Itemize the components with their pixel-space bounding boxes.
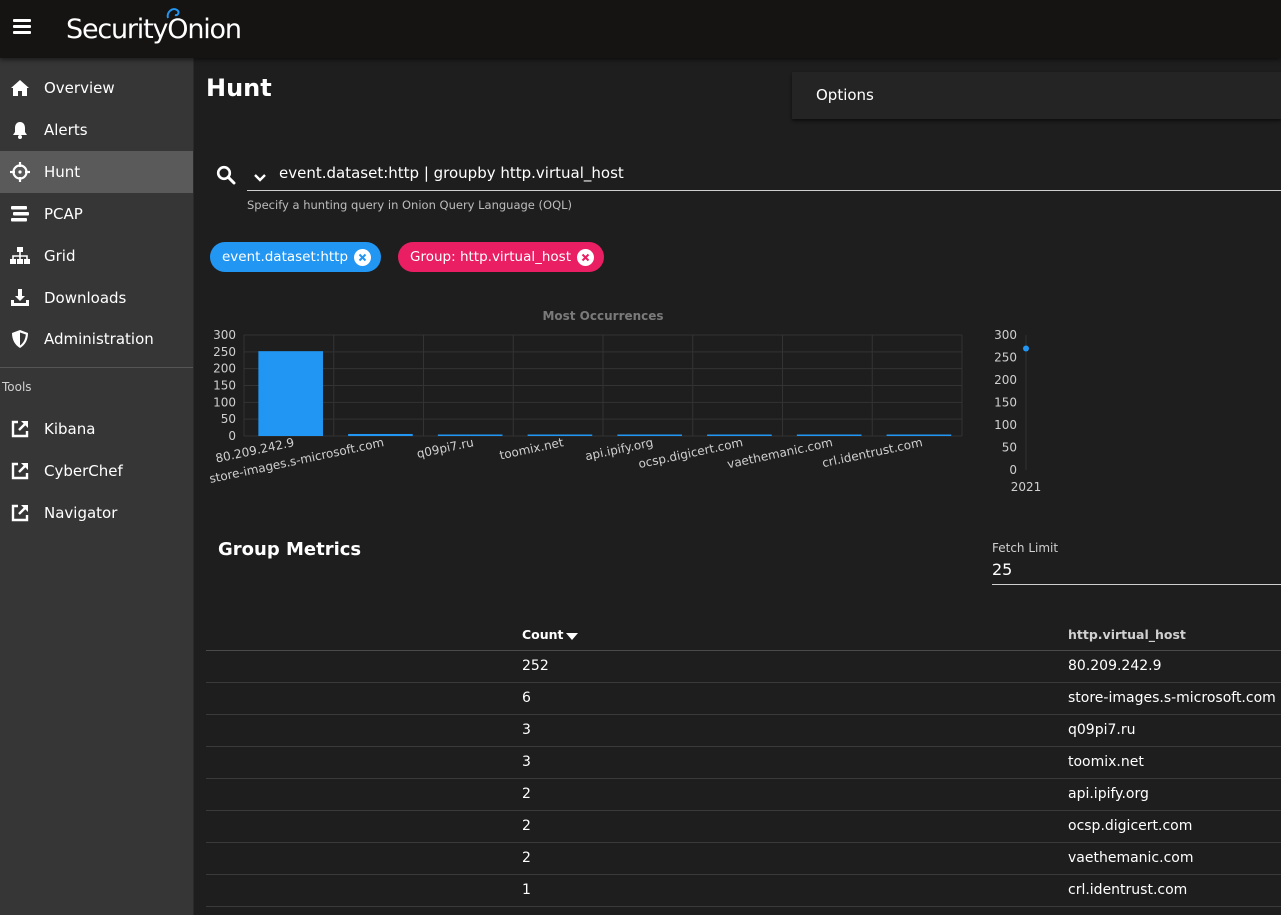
virtual-host-cell: vaethemanic.com <box>1068 850 1194 866</box>
y-tick-label: 250 <box>994 351 1017 365</box>
download-icon <box>10 288 30 308</box>
data-point[interactable] <box>1023 345 1029 352</box>
external-link-icon <box>10 503 30 523</box>
y-tick-label: 150 <box>994 396 1017 410</box>
count-cell: 1 <box>522 882 531 898</box>
hunt-query-input[interactable] <box>279 160 1279 186</box>
chip-label: event.dataset:http <box>222 249 349 265</box>
y-tick-label: 200 <box>994 373 1017 387</box>
filter-chip-dataset[interactable]: event.dataset:http <box>210 242 382 272</box>
y-tick-label: 300 <box>213 328 236 342</box>
sidebar: Overview Alerts Hunt PCAP Grid Downloads… <box>0 58 194 915</box>
close-icon[interactable] <box>577 248 594 266</box>
fetch-limit-label: Fetch Limit <box>992 541 1059 555</box>
stream-icon <box>10 204 30 224</box>
filter-chip-group[interactable]: Group: http.virtual_host <box>398 242 604 272</box>
table-row[interactable]: 2 api.ipify.org <box>206 779 1281 811</box>
chip-label: Group: http.virtual_host <box>410 249 571 265</box>
sidebar-item-overview[interactable]: Overview <box>0 67 193 109</box>
security-onion-logo[interactable]: Security Onion <box>66 4 242 54</box>
column-header-count[interactable]: Count <box>522 627 564 642</box>
table-row[interactable]: 2 vaethemanic.com <box>206 843 1281 875</box>
y-tick-label: 0 <box>228 429 236 443</box>
chevron-down-icon[interactable] <box>253 170 267 184</box>
logo-text-security: Security <box>66 13 168 45</box>
y-tick-label: 200 <box>213 362 236 376</box>
y-tick-label: 50 <box>221 412 236 426</box>
y-tick-label: 50 <box>1002 441 1017 455</box>
column-header-virtual-host[interactable]: http.virtual_host <box>1068 627 1186 642</box>
logo-onion-o: O <box>166 7 189 45</box>
external-link-icon <box>10 419 30 439</box>
x-tick-label: 2021 <box>1011 480 1042 494</box>
count-cell: 6 <box>522 690 531 706</box>
sidebar-item-administration[interactable]: Administration <box>0 318 193 360</box>
search-icon[interactable] <box>216 165 236 185</box>
y-tick-label: 100 <box>213 395 236 409</box>
y-tick-label: 150 <box>213 379 236 393</box>
sidebar-item-navigator[interactable]: Navigator <box>0 492 193 534</box>
y-tick-label: 300 <box>994 328 1017 342</box>
table-row[interactable]: 3 toomix.net <box>206 747 1281 779</box>
sidebar-item-downloads[interactable]: Downloads <box>0 277 193 319</box>
fetch-limit-input[interactable] <box>992 557 1280 581</box>
x-tick-label: crl.identrust.com <box>821 435 924 470</box>
chart-title: Most Occurrences <box>542 309 663 323</box>
shield-icon <box>10 329 30 349</box>
table-row[interactable]: 1 crl.identrust.com <box>206 875 1281 907</box>
table-row[interactable]: 2 ocsp.digicert.com <box>206 811 1281 843</box>
home-icon <box>10 78 30 98</box>
crosshairs-icon <box>10 162 30 182</box>
tools-heading: Tools <box>2 380 32 394</box>
sidebar-item-hunt[interactable]: Hunt <box>0 151 193 193</box>
close-icon[interactable] <box>354 248 372 266</box>
y-tick-label: 0 <box>1009 463 1017 477</box>
group-metrics-title: Group Metrics <box>218 539 362 560</box>
count-cell: 2 <box>522 818 531 834</box>
bell-icon <box>10 120 30 140</box>
bar[interactable] <box>258 351 323 436</box>
y-tick-label: 100 <box>994 418 1017 432</box>
count-cell: 252 <box>522 658 549 674</box>
top-app-bar: Security Onion <box>0 0 1281 58</box>
timeline-chart: 0 50 100 150 200 250 300 2021 <box>994 328 1042 494</box>
most-occurrences-bar-chart: Most Occurrences05010015020025030080.209… <box>208 309 963 486</box>
sidebar-item-grid[interactable]: Grid <box>0 235 193 277</box>
onion-swirl-icon <box>166 7 180 18</box>
y-tick-label: 250 <box>213 345 236 359</box>
sidebar-item-alerts[interactable]: Alerts <box>0 109 193 151</box>
count-cell: 3 <box>522 722 531 738</box>
query-hint: Specify a hunting query in Onion Query L… <box>247 198 573 212</box>
menu-icon[interactable] <box>13 19 31 35</box>
query-underline <box>247 190 1281 191</box>
count-cell: 2 <box>522 786 531 802</box>
x-tick-label: toomix.net <box>498 435 565 462</box>
sitemap-icon <box>10 246 30 266</box>
page-title: Hunt <box>206 74 272 102</box>
virtual-host-cell: 80.209.242.9 <box>1068 658 1162 674</box>
options-panel[interactable]: Options <box>792 72 1281 119</box>
virtual-host-cell: ocsp.digicert.com <box>1068 818 1193 834</box>
sidebar-divider <box>0 367 193 368</box>
x-tick-label: q09pi7.ru <box>416 435 475 461</box>
sidebar-item-cyberchef[interactable]: CyberChef <box>0 450 193 492</box>
table-row[interactable]: 6 store-images.s-microsoft.com <box>206 683 1281 715</box>
virtual-host-cell: crl.identrust.com <box>1068 882 1188 898</box>
options-label: Options <box>816 86 874 104</box>
virtual-host-cell: store-images.s-microsoft.com <box>1068 690 1276 706</box>
count-cell: 3 <box>522 754 531 770</box>
sidebar-item-pcap[interactable]: PCAP <box>0 193 193 235</box>
virtual-host-cell: q09pi7.ru <box>1068 722 1136 738</box>
logo-text-nion: nion <box>187 13 242 45</box>
virtual-host-cell: api.ipify.org <box>1068 786 1149 802</box>
fetch-limit-underline <box>992 584 1281 585</box>
sidebar-item-kibana[interactable]: Kibana <box>0 408 193 450</box>
sort-descending-icon[interactable] <box>566 633 578 640</box>
table-row[interactable]: 252 80.209.242.9 <box>206 651 1281 683</box>
count-cell: 2 <box>522 850 531 866</box>
external-link-icon <box>10 461 30 481</box>
table-row[interactable]: 3 q09pi7.ru <box>206 715 1281 747</box>
virtual-host-cell: toomix.net <box>1068 754 1144 770</box>
